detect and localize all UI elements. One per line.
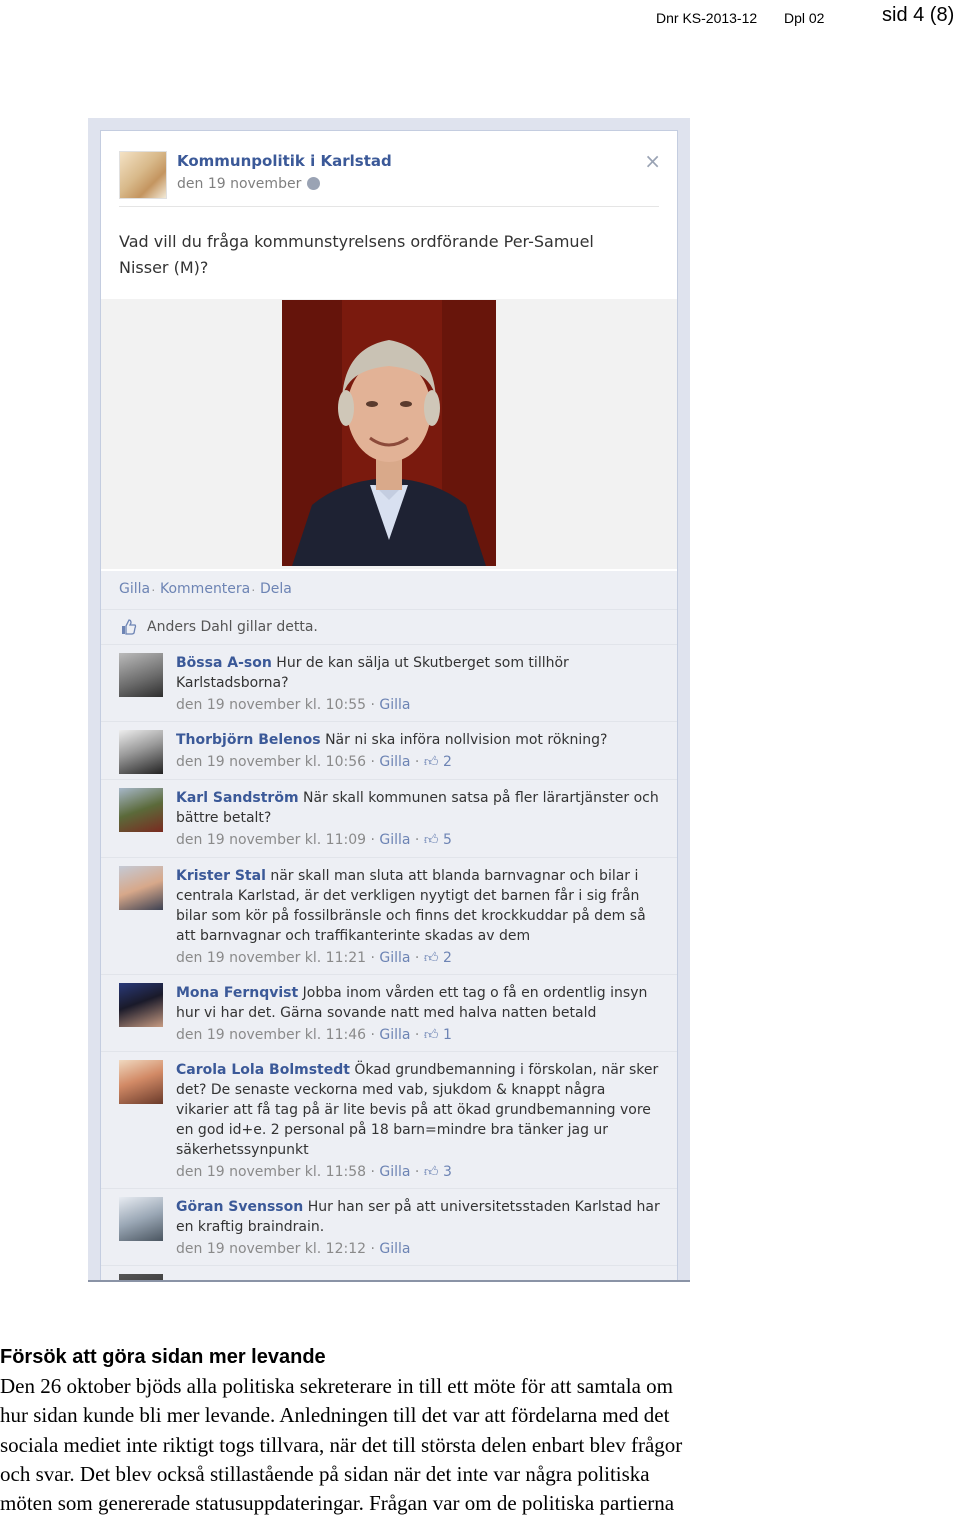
comment-like-count[interactable]: 👍︎ 2 — [424, 950, 452, 966]
comment-like-link[interactable]: Gilla — [379, 1164, 410, 1180]
comment-like-link[interactable]: Gilla — [379, 1241, 410, 1257]
post-photo[interactable] — [282, 300, 496, 566]
separator: · — [151, 581, 156, 597]
commenter-avatar[interactable] — [119, 1274, 163, 1280]
card-pointer — [101, 159, 112, 182]
comment-meta: den 19 november kl. 12:12 · Gilla — [176, 1241, 411, 1257]
comment-like-link[interactable]: Gilla — [379, 1027, 410, 1043]
comment-body: Carola Lola Bolmstedt Ökad grundbemannin… — [176, 1060, 661, 1182]
close-icon[interactable]: × — [644, 149, 661, 173]
post-action-bar: Gilla · Kommentera · Dela — [101, 571, 677, 610]
commenter-avatar[interactable] — [119, 730, 163, 774]
globe-icon — [307, 177, 320, 190]
comment-body: Karl Sandström När skall kommunen satsa … — [176, 788, 661, 850]
comment-time[interactable]: den 19 november kl. 11:21 — [176, 950, 366, 966]
comment-item: Carola Lola Bolmstedt Ökad grundbemannin… — [101, 1052, 677, 1189]
comment-body: Göran Svensson Hur han ser på att univer… — [176, 1197, 661, 1259]
comment-meta: den 19 november kl. 11:09 · Gilla · 👍︎ 5 — [176, 832, 452, 848]
facebook-post-screenshot: Kommunpolitik i Karlstad den 19 november… — [88, 118, 690, 1282]
comment-meta: den 19 november kl. 11:58 · Gilla · 👍︎ 3 — [176, 1164, 452, 1180]
comment-text: När ni ska införa nollvision mot rökning… — [325, 732, 608, 748]
paragraph-line: möten som genererade statusuppdateringar… — [0, 1491, 675, 1516]
comment-body: Mona Fernqvist Jobba inom vården ett tag… — [176, 983, 661, 1045]
facebook-post-card: Kommunpolitik i Karlstad den 19 november… — [100, 130, 678, 1280]
post-date[interactable]: den 19 november — [177, 176, 301, 192]
page-name-link[interactable]: Kommunpolitik i Karlstad — [177, 152, 392, 170]
commenter-avatar[interactable] — [119, 1060, 163, 1104]
separator: · — [251, 581, 256, 597]
document-section: Försök att göra sidan mer levande Den 26… — [0, 1342, 780, 1518]
comment-body: Bössa A-son Hur de kan sälja ut Skutberg… — [176, 653, 661, 715]
comment-time[interactable]: den 19 november kl. 10:56 — [176, 754, 366, 770]
comment-item: Thorbjörn Belenos När ni ska införa noll… — [101, 722, 677, 780]
post-text: Vad vill du fråga kommunstyrelsens ordfö… — [119, 232, 594, 277]
comment-meta: den 19 november kl. 10:56 · Gilla · 👍︎ 2 — [176, 754, 452, 770]
comment-time[interactable]: den 19 november kl. 12:12 — [176, 1241, 366, 1257]
paragraph-line: och svar. Det blev också stillastående p… — [0, 1461, 650, 1486]
comment-item: Krister Stal när skall man sluta att bla… — [101, 858, 677, 975]
document-number: Dnr KS-2013-12 — [656, 10, 758, 26]
likes-row: Anders Dahl gillar detta. — [101, 610, 677, 645]
comment-item: Bössa A-son Hur de kan sälja ut Skutberg… — [101, 645, 677, 722]
document-header: Dnr KS-2013-12 Dpl 02 sid 4 (8) — [0, 4, 960, 28]
comment-body: Thorbjörn Belenos När ni ska införa noll… — [176, 730, 661, 772]
header-divider — [119, 206, 659, 207]
comment-author[interactable]: Mona Fernqvist — [176, 985, 298, 1001]
like-link[interactable]: Gilla — [119, 581, 150, 597]
likes-text[interactable]: Anders Dahl gillar detta. — [147, 619, 318, 635]
comment-like-link[interactable]: Gilla — [379, 754, 410, 770]
commenter-avatar[interactable] — [119, 1197, 163, 1241]
comment-like-count[interactable]: 👍︎ 2 — [424, 754, 452, 770]
photo-area — [101, 299, 677, 569]
comment-like-link[interactable]: Gilla — [379, 697, 410, 713]
comment-time[interactable]: den 19 november kl. 11:58 — [176, 1164, 366, 1180]
comment-time[interactable]: den 19 november kl. 11:46 — [176, 1027, 366, 1043]
comment-link[interactable]: Kommentera — [160, 581, 250, 597]
comment-time[interactable]: den 19 november kl. 11:09 — [176, 832, 366, 848]
comment-author[interactable]: Krister Stal — [176, 868, 266, 884]
page-avatar[interactable] — [119, 151, 167, 199]
comment-time[interactable]: den 19 november kl. 10:55 — [176, 697, 366, 713]
section-heading: Försök att göra sidan mer levande — [0, 1346, 326, 1368]
comment-author[interactable]: Göran Svensson — [176, 1199, 303, 1215]
paragraph-line: sociala mediet inte riktigt togs tillvar… — [0, 1432, 683, 1457]
thumbs-up-icon — [122, 619, 137, 635]
comment-meta: den 19 november kl. 11:21 · Gilla · 👍︎ 2 — [176, 950, 452, 966]
comment-author[interactable]: Bössa A-son — [176, 655, 272, 671]
comment-like-count[interactable]: 👍︎ 1 — [424, 1027, 452, 1043]
portrait-illustration — [282, 300, 496, 566]
paragraph-line: hur sidan kunde bli mer levande. Anledni… — [0, 1403, 670, 1428]
comment-item: Karl Sandström När skall kommunen satsa … — [101, 780, 677, 858]
comment-like-count[interactable]: 👍︎ 5 — [424, 832, 452, 848]
comment-author[interactable]: Karl Sandström — [176, 790, 299, 806]
comment-item: Mona Fernqvist Jobba inom vården ett tag… — [101, 975, 677, 1052]
commenter-avatar[interactable] — [119, 788, 163, 832]
comment-author[interactable]: Thorbjörn Belenos — [176, 732, 321, 748]
commenter-avatar[interactable] — [119, 866, 163, 910]
comment-like-link[interactable]: Gilla — [379, 950, 410, 966]
share-link[interactable]: Dela — [260, 581, 292, 597]
comment-item: Göran Svensson Hur han ser på att univer… — [101, 1189, 677, 1266]
comment-item-cutoff — [101, 1266, 677, 1280]
commenter-avatar[interactable] — [119, 653, 163, 697]
comment-meta: den 19 november kl. 10:55 · Gilla — [176, 697, 411, 713]
comment-body: Krister Stal när skall man sluta att bla… — [176, 866, 661, 968]
document-part: Dpl 02 — [784, 10, 825, 26]
comment-like-count[interactable]: 👍︎ 3 — [424, 1164, 452, 1180]
comment-author[interactable]: Carola Lola Bolmstedt — [176, 1062, 350, 1078]
paragraph-line: Den 26 oktober bjöds alla politiska sekr… — [0, 1374, 673, 1398]
commenter-avatar[interactable] — [119, 983, 163, 1027]
page-number: sid 4 (8) — [882, 4, 955, 26]
comment-meta: den 19 november kl. 11:46 · Gilla · 👍︎ 1 — [176, 1027, 452, 1043]
comment-like-link[interactable]: Gilla — [379, 832, 410, 848]
